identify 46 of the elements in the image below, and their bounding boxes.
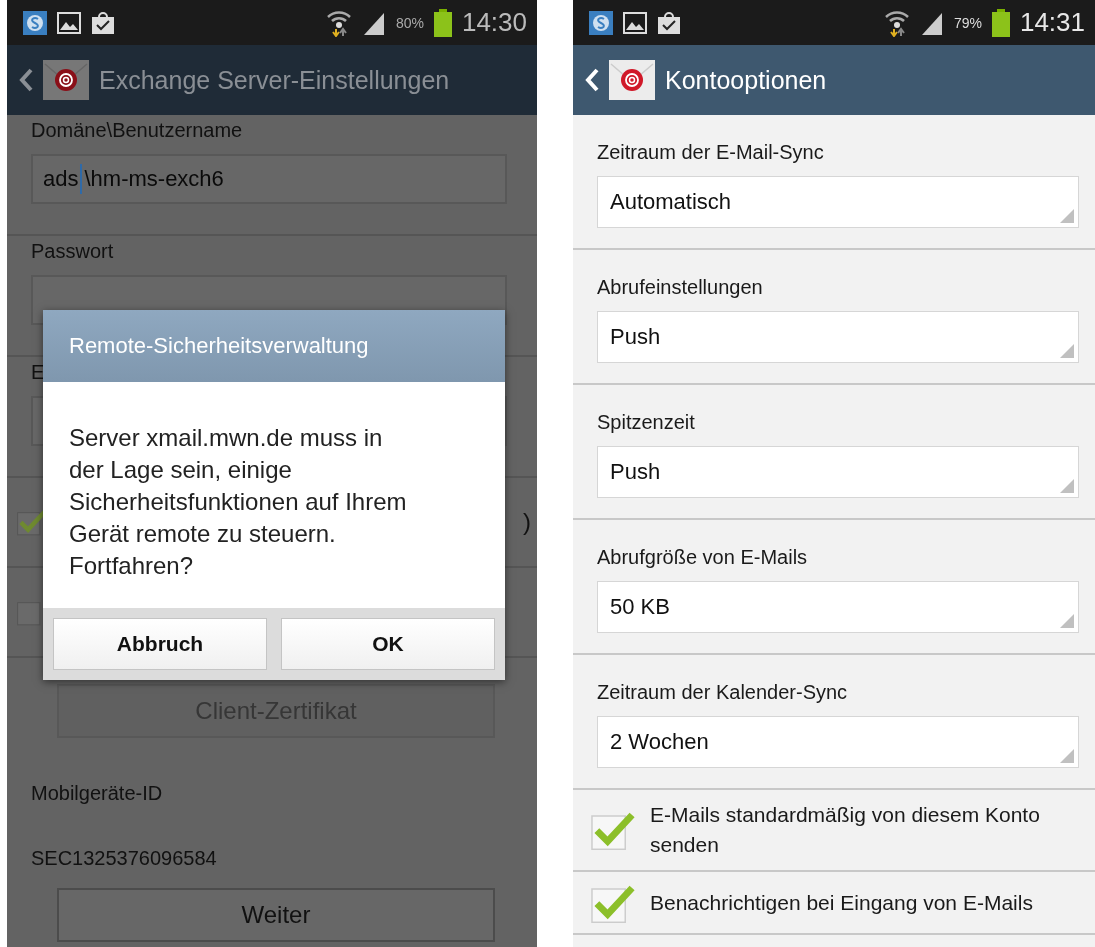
bag-check-icon <box>91 10 115 35</box>
dialog-title: Remote-Sicherheitsverwaltung <box>43 310 505 382</box>
battery-percentage: 79% <box>953 14 982 31</box>
corner-triangle-icon <box>1060 749 1074 763</box>
dropdown[interactable]: Push <box>597 446 1079 498</box>
device-id: SEC1325376096584 <box>31 846 218 870</box>
corner-triangle-icon <box>1060 614 1074 628</box>
image-icon <box>57 11 81 34</box>
dropdown[interactable]: Push <box>597 311 1079 363</box>
clock-time: 14:30 <box>461 7 527 38</box>
input-field[interactable]: ads\hm-ms-exch6 <box>31 154 507 204</box>
field-label: E <box>31 361 46 384</box>
dialog-message: Server xmail.mwn.de muss in der Lage sein, einige Sicherheitsfunktionen auf Ihrem Gerät remote zu steuern. Fortfahren? <box>69 423 408 581</box>
screen-title: Kontooptionen <box>665 65 827 95</box>
corner-triangle-icon <box>1060 479 1074 493</box>
option-label: Zeitraum der E-Mail-Sync <box>597 141 825 164</box>
checkbox-label: E-Mails standardmäßig von diesem Konto senden <box>650 802 1041 858</box>
dropdown[interactable]: 50 KB <box>597 581 1079 633</box>
field-label: Passwort <box>31 240 115 263</box>
battery-percentage: 80% <box>395 14 424 31</box>
option-label: Abrufgröße von E-Mails <box>597 546 809 569</box>
image-icon <box>623 11 647 34</box>
clock-time: 14:31 <box>1019 7 1085 38</box>
screen-title: Exchange Server-Einstellungen <box>99 65 450 95</box>
wifi-icon <box>883 8 910 37</box>
text-cursor <box>80 164 83 194</box>
corner-triangle-icon <box>1060 344 1074 358</box>
dialog-button[interactable]: Abbruch <box>53 618 267 670</box>
app-logo-icon <box>23 10 47 35</box>
battery-icon <box>991 8 1010 37</box>
field-label: Domäne\Benutzername <box>31 119 244 142</box>
dialog-button[interactable]: OK <box>281 618 495 670</box>
app-logo-icon <box>589 10 613 35</box>
corner-triangle-icon <box>1060 209 1074 223</box>
option-label: Abrufeinstellungen <box>597 276 764 299</box>
option-label: Spitzenzeit <box>597 411 696 434</box>
dropdown[interactable]: Automatisch <box>597 176 1079 228</box>
checkbox-label: ) <box>523 508 531 536</box>
option-label: Zeitraum der Kalender-Sync <box>597 681 849 704</box>
dropdown[interactable]: 2 Wochen <box>597 716 1079 768</box>
back-icon[interactable] <box>19 68 33 92</box>
bag-check-icon <box>657 10 681 35</box>
wifi-icon <box>325 8 352 37</box>
battery-icon <box>433 8 452 37</box>
info-label: Mobilgeräte-ID <box>31 781 164 805</box>
checkbox-label: Benachrichtigen bei Eingang von E-Mails <box>650 889 1034 916</box>
